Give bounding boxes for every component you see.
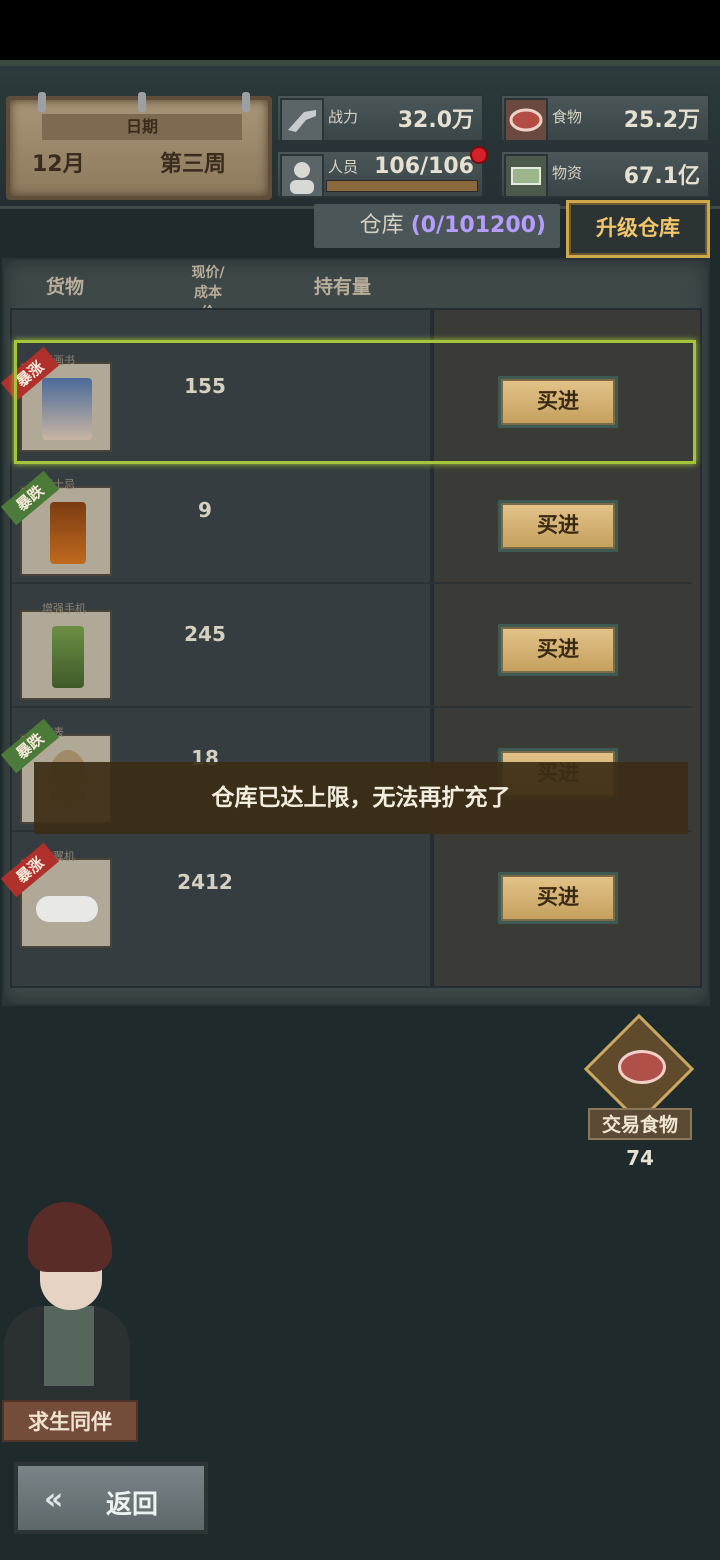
supplies-stat[interactable]: 物资 67.1亿 <box>500 150 710 198</box>
people-progress-bar <box>326 180 478 192</box>
food-stat[interactable]: 食物 25.2万 <box>500 94 710 142</box>
people-stat[interactable]: 人员 106/106 <box>276 146 488 198</box>
row-divider <box>12 706 692 708</box>
trade-food-label: 交易食物 <box>588 1108 692 1140</box>
trade-food-count: 74 <box>626 1146 654 1170</box>
gun-icon <box>280 98 324 142</box>
people-label: 人员 <box>328 158 359 176</box>
header-goods: 货物 <box>46 276 85 298</box>
power-stat[interactable]: 战力 32.0万 <box>276 94 484 142</box>
person-icon <box>280 154 324 198</box>
people-value: 106/106 <box>374 154 474 179</box>
selected-row-highlight <box>14 340 696 464</box>
back-button[interactable]: « 返回 <box>14 1462 208 1534</box>
power-value: 32.0万 <box>397 108 474 133</box>
companion-portrait[interactable] <box>0 1196 140 1410</box>
date-card: 日期 12月 第三周 <box>6 92 272 200</box>
date-week: 第三周 <box>160 152 227 177</box>
warehouse-capacity: (0/101200) <box>410 213 546 238</box>
header-price-line1: 现价/ <box>191 265 225 281</box>
gyrocopter-icon <box>36 896 98 922</box>
item-price: 9 <box>198 498 212 522</box>
cash-icon <box>504 154 548 198</box>
notification-dot <box>470 146 488 164</box>
buy-button[interactable]: 买进 <box>498 500 618 552</box>
pin-icon <box>138 92 146 112</box>
warehouse-title: 仓库 <box>359 213 404 238</box>
header-holding: 持有量 <box>314 276 372 298</box>
back-arrow-icon: « <box>44 1482 64 1517</box>
power-label: 战力 <box>328 108 359 126</box>
date-label: 日期 <box>42 114 242 140</box>
trade-food-button[interactable]: 交易食物 <box>583 1013 695 1140</box>
item-price: 2412 <box>177 870 233 894</box>
toast-message: 仓库已达上限，无法再扩充了 <box>34 762 688 834</box>
back-label: 返回 <box>106 1490 159 1520</box>
item-name: 增强手机 <box>42 602 86 615</box>
food-value: 25.2万 <box>623 108 700 133</box>
companion-hair <box>28 1202 112 1272</box>
phone-icon <box>52 626 84 688</box>
item-price: 245 <box>184 622 226 646</box>
companion-button[interactable]: 求生同伴 <box>2 1400 138 1442</box>
upgrade-warehouse-button[interactable]: 升级仓库 <box>566 200 710 258</box>
pin-icon <box>38 92 46 112</box>
warehouse-label: 仓库 (0/101200) <box>314 204 560 248</box>
supplies-value: 67.1亿 <box>623 164 700 189</box>
status-bar <box>0 0 720 60</box>
buy-button[interactable]: 买进 <box>498 872 618 924</box>
food-label: 食物 <box>552 108 583 126</box>
supplies-label: 物资 <box>552 164 583 182</box>
item-phone[interactable]: 增强手机 <box>20 602 112 700</box>
meat-icon <box>504 98 548 142</box>
buy-button[interactable]: 买进 <box>498 624 618 676</box>
whiskey-icon <box>50 502 86 564</box>
meat-icon <box>618 1050 666 1084</box>
pin-icon <box>242 92 250 112</box>
row-divider <box>12 582 692 584</box>
date-month: 12月 <box>32 152 85 177</box>
companion-shirt <box>44 1306 94 1386</box>
